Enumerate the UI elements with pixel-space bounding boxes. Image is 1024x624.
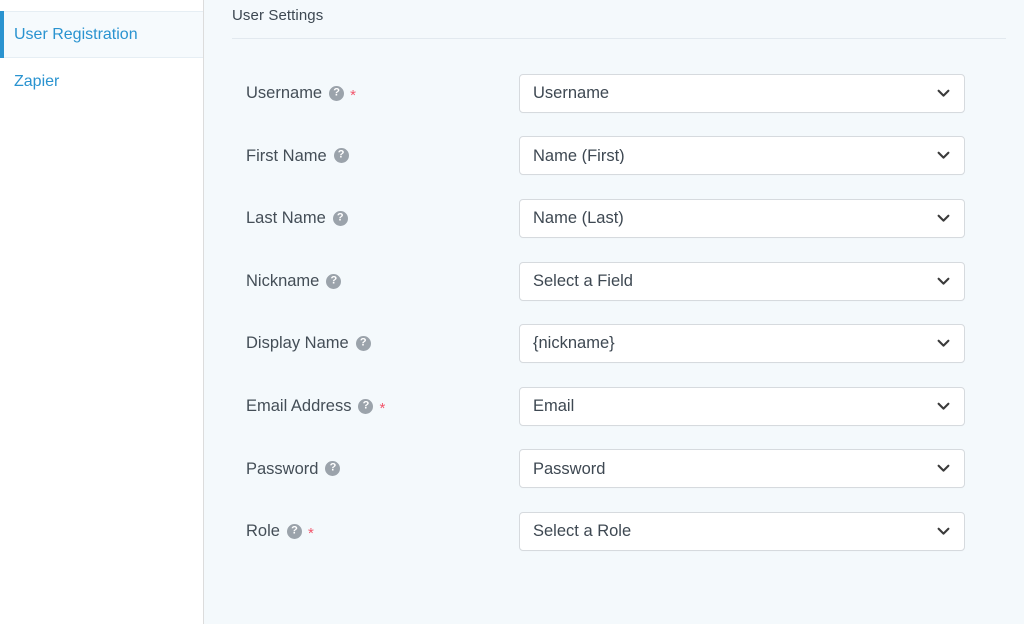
select-email-address[interactable]: Email <box>519 387 965 426</box>
select-value: Email <box>533 398 574 415</box>
form-row-username: Username ? * Username <box>204 62 1024 125</box>
field-label-role: Role ? * <box>246 523 519 540</box>
select-display-name[interactable]: {nickname} <box>519 324 965 363</box>
select-value: Select a Role <box>533 523 631 540</box>
label-text: Nickname <box>246 273 319 290</box>
select-first-name[interactable]: Name (First) <box>519 136 965 175</box>
field-label-username: Username ? * <box>246 85 519 102</box>
form-row-first-name: First Name ? Name (First) <box>204 125 1024 188</box>
help-icon-glyph: ? <box>360 338 367 349</box>
label-text: Last Name <box>246 210 326 227</box>
help-icon[interactable]: ? <box>329 86 344 101</box>
label-text: Role <box>246 523 280 540</box>
sidebar-item-label: User Registration <box>14 27 138 43</box>
help-icon-glyph: ? <box>291 525 298 536</box>
select-password[interactable]: Password <box>519 449 965 488</box>
select-value: Name (Last) <box>533 210 624 227</box>
label-text: Password <box>246 461 318 478</box>
select-value: Password <box>533 461 605 478</box>
sidebar-item-label: Zapier <box>14 74 59 90</box>
field-label-first-name: First Name ? <box>246 148 519 165</box>
sidebar-nav: User Registration Zapier <box>0 0 204 624</box>
help-icon-glyph: ? <box>337 212 344 223</box>
chevron-down-icon <box>936 524 950 538</box>
select-nickname[interactable]: Select a Field <box>519 262 965 301</box>
select-value: Select a Field <box>533 273 633 290</box>
help-icon[interactable]: ? <box>287 524 302 539</box>
label-text: Display Name <box>246 335 349 352</box>
select-value: Name (First) <box>533 148 625 165</box>
field-label-nickname: Nickname ? <box>246 273 519 290</box>
user-settings-form: Username ? * Username First Name <box>204 39 1024 563</box>
settings-page: User Registration Zapier User Settings U… <box>0 0 1024 624</box>
chevron-down-icon <box>936 274 950 288</box>
label-text: Username <box>246 85 322 102</box>
help-icon[interactable]: ? <box>325 461 340 476</box>
chevron-down-icon <box>936 86 950 100</box>
field-label-email-address: Email Address ? * <box>246 398 519 415</box>
help-icon-glyph: ? <box>333 87 340 98</box>
help-icon[interactable]: ? <box>326 274 341 289</box>
form-row-email-address: Email Address ? * Email <box>204 375 1024 438</box>
help-icon[interactable]: ? <box>356 336 371 351</box>
select-value: {nickname} <box>533 335 615 352</box>
label-text: Email Address <box>246 398 351 415</box>
field-label-last-name: Last Name ? <box>246 210 519 227</box>
help-icon[interactable]: ? <box>334 148 349 163</box>
select-username[interactable]: Username <box>519 74 965 113</box>
form-row-last-name: Last Name ? Name (Last) <box>204 187 1024 250</box>
required-indicator: * <box>379 401 385 416</box>
chevron-down-icon <box>936 462 950 476</box>
chevron-down-icon <box>936 211 950 225</box>
help-icon-glyph: ? <box>338 150 345 161</box>
form-row-password: Password ? Password <box>204 438 1024 501</box>
help-icon-glyph: ? <box>363 400 370 411</box>
field-label-password: Password ? <box>246 461 519 478</box>
help-icon-glyph: ? <box>330 275 337 286</box>
field-label-display-name: Display Name ? <box>246 335 519 352</box>
form-row-display-name: Display Name ? {nickname} <box>204 312 1024 375</box>
sidebar-item-zapier[interactable]: Zapier <box>0 58 203 105</box>
help-icon[interactable]: ? <box>358 399 373 414</box>
sidebar-item-user-registration[interactable]: User Registration <box>0 11 203 58</box>
settings-panel: User Settings Username ? * Username <box>204 0 1024 624</box>
label-text: First Name <box>246 148 327 165</box>
help-icon-glyph: ? <box>330 463 337 474</box>
page-title: User Settings <box>232 8 1024 23</box>
select-last-name[interactable]: Name (Last) <box>519 199 965 238</box>
chevron-down-icon <box>936 149 950 163</box>
required-indicator: * <box>350 88 356 103</box>
form-row-nickname: Nickname ? Select a Field <box>204 250 1024 313</box>
select-value: Username <box>533 85 609 102</box>
chevron-down-icon <box>936 399 950 413</box>
required-indicator: * <box>308 526 314 541</box>
select-role[interactable]: Select a Role <box>519 512 965 551</box>
panel-header: User Settings <box>204 0 1024 23</box>
form-row-role: Role ? * Select a Role <box>204 500 1024 563</box>
help-icon[interactable]: ? <box>333 211 348 226</box>
chevron-down-icon <box>936 337 950 351</box>
